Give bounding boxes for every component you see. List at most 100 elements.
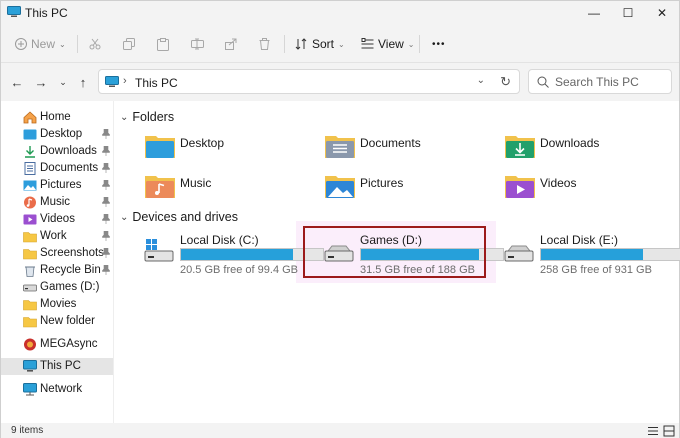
sort-label: Sort [312,37,335,51]
sidebar-item-movies[interactable]: Movies [1,296,113,313]
drives-section-header[interactable]: ⌄ Devices and drives [120,210,238,224]
chevron-down-icon: ⌄ [120,111,129,123]
view-button[interactable]: View ⌄ [361,35,415,53]
sidebar-item-work[interactable]: Work [1,228,113,245]
sidebar-item-this-pc[interactable]: This PC [1,358,113,375]
sidebar-item-music[interactable]: Music [1,194,113,211]
search-input[interactable] [555,73,667,91]
folder-label: Music [180,176,212,190]
section-title: Folders [132,110,175,124]
up-button[interactable]: ↑ [75,74,91,90]
refresh-icon[interactable]: ↻ [500,74,511,90]
sidebar-item-pictures[interactable]: Pictures [1,177,113,194]
sidebar-item-label: MEGAsync [40,338,98,350]
section-title: Devices and drives [132,210,238,224]
folder-videos[interactable]: Videos [504,172,674,206]
search-box[interactable] [528,69,672,94]
sidebar-item-new-folder[interactable]: New folder [1,313,113,330]
close-button[interactable]: ✕ [645,1,679,25]
back-button[interactable]: ← [9,74,25,90]
drive-icon [504,245,534,262]
paste-button[interactable] [157,35,169,53]
sidebar-item-recycle-bin[interactable]: Recycle Bin [1,262,113,279]
recent-locations-button[interactable]: ⌄ [55,74,71,90]
chevron-down-icon: ⌄ [59,39,66,49]
sidebar-item-label: Screenshots [40,247,104,259]
sidebar-item-label: Downloads [40,145,97,157]
search-icon [537,76,549,88]
drive-e[interactable]: Local Disk (E:) 258 GB free of 931 GB [504,231,680,276]
sidebar-item-screenshots[interactable]: Screenshots [1,245,113,262]
pin-icon [102,231,110,241]
plus-icon [15,38,27,50]
folder-pictures[interactable]: Pictures [324,172,494,206]
delete-button[interactable] [259,35,270,53]
sidebar-item-desktop[interactable]: Desktop [1,126,113,143]
mega-icon [24,338,36,351]
details-view-icon[interactable] [647,425,659,437]
sidebar-item-label: Movies [40,298,77,310]
folder-desktop[interactable]: Desktop [144,132,314,166]
sidebar-item-label: Pictures [40,179,82,191]
sidebar-item-home[interactable]: Home [1,109,113,126]
sidebar-item-videos[interactable]: Videos [1,211,113,228]
copy-button[interactable] [123,35,135,53]
copy-icon [123,38,135,50]
tiles-view-icon[interactable] [663,425,675,437]
downloads-icon [25,146,35,158]
home-icon [23,111,37,124]
rename-button[interactable] [191,35,204,53]
sidebar-item-label: This PC [40,360,81,372]
maximize-button[interactable]: ☐ [611,1,645,25]
chevron-down-icon: ⌄ [59,76,67,87]
folders-section-header[interactable]: ⌄ Folders [120,110,174,124]
chevron-down-icon[interactable]: ⌄ [477,75,485,86]
sidebar-item-downloads[interactable]: Downloads [1,143,113,160]
sidebar-item-games-d[interactable]: Games (D:) [1,279,113,296]
drive-name: Local Disk (E:) [540,233,619,247]
address-bar[interactable]: › This PC ⌄ ↻ [98,69,520,94]
pin-icon [102,180,110,190]
folder-documents[interactable]: Documents [324,132,494,166]
folder-music[interactable]: Music [144,172,314,206]
folder-downloads[interactable]: Downloads [504,132,674,166]
toolbar-divider [77,35,78,53]
chevron-down-icon: ⌄ [407,39,415,49]
drive-icon [23,284,37,292]
folder-label: Downloads [540,136,600,150]
toolbar-divider [419,35,420,53]
sidebar-item-label: Home [40,111,71,123]
arrow-right-icon: → [34,74,48,90]
drive-c[interactable]: Local Disk (C:) 20.5 GB free of 99.4 GB [144,231,324,276]
desktop-folder-icon [145,136,175,158]
sidebar-item-network[interactable]: Network [1,381,113,398]
pin-icon [102,248,110,258]
pc-icon [23,360,37,372]
sidebar-item-documents[interactable]: Documents [1,160,113,177]
status-bar: 9 items [1,423,679,438]
more-options-button[interactable]: ••• [432,35,446,53]
view-icon [361,38,374,49]
sidebar-item-megasync[interactable]: MEGAsync [1,336,113,353]
arrow-left-icon: ← [10,74,24,90]
cut-button[interactable] [89,35,101,53]
sidebar-item-label: Videos [40,213,75,225]
drive-usage-fill [181,249,294,260]
folder-label: Documents [360,136,421,150]
desktop-folder-icon [23,129,37,140]
breadcrumb[interactable]: This PC [135,76,178,90]
sort-button[interactable]: Sort ⌄ [295,35,345,53]
folder-label: Pictures [360,176,404,190]
folder-icon [23,317,37,328]
new-button[interactable]: New ⌄ [15,35,66,53]
music-icon [24,196,36,209]
forward-button[interactable]: → [33,74,49,90]
pin-icon [102,214,110,224]
pictures-icon [23,180,37,191]
pc-icon [7,6,21,17]
share-button[interactable] [225,35,237,53]
navigation-row: ← → ⌄ ↑ › This PC ⌄ ↻ [1,63,679,101]
annotation-highlight-box [303,226,486,278]
minimize-button[interactable]: — [577,1,611,25]
new-label: New [31,37,56,51]
